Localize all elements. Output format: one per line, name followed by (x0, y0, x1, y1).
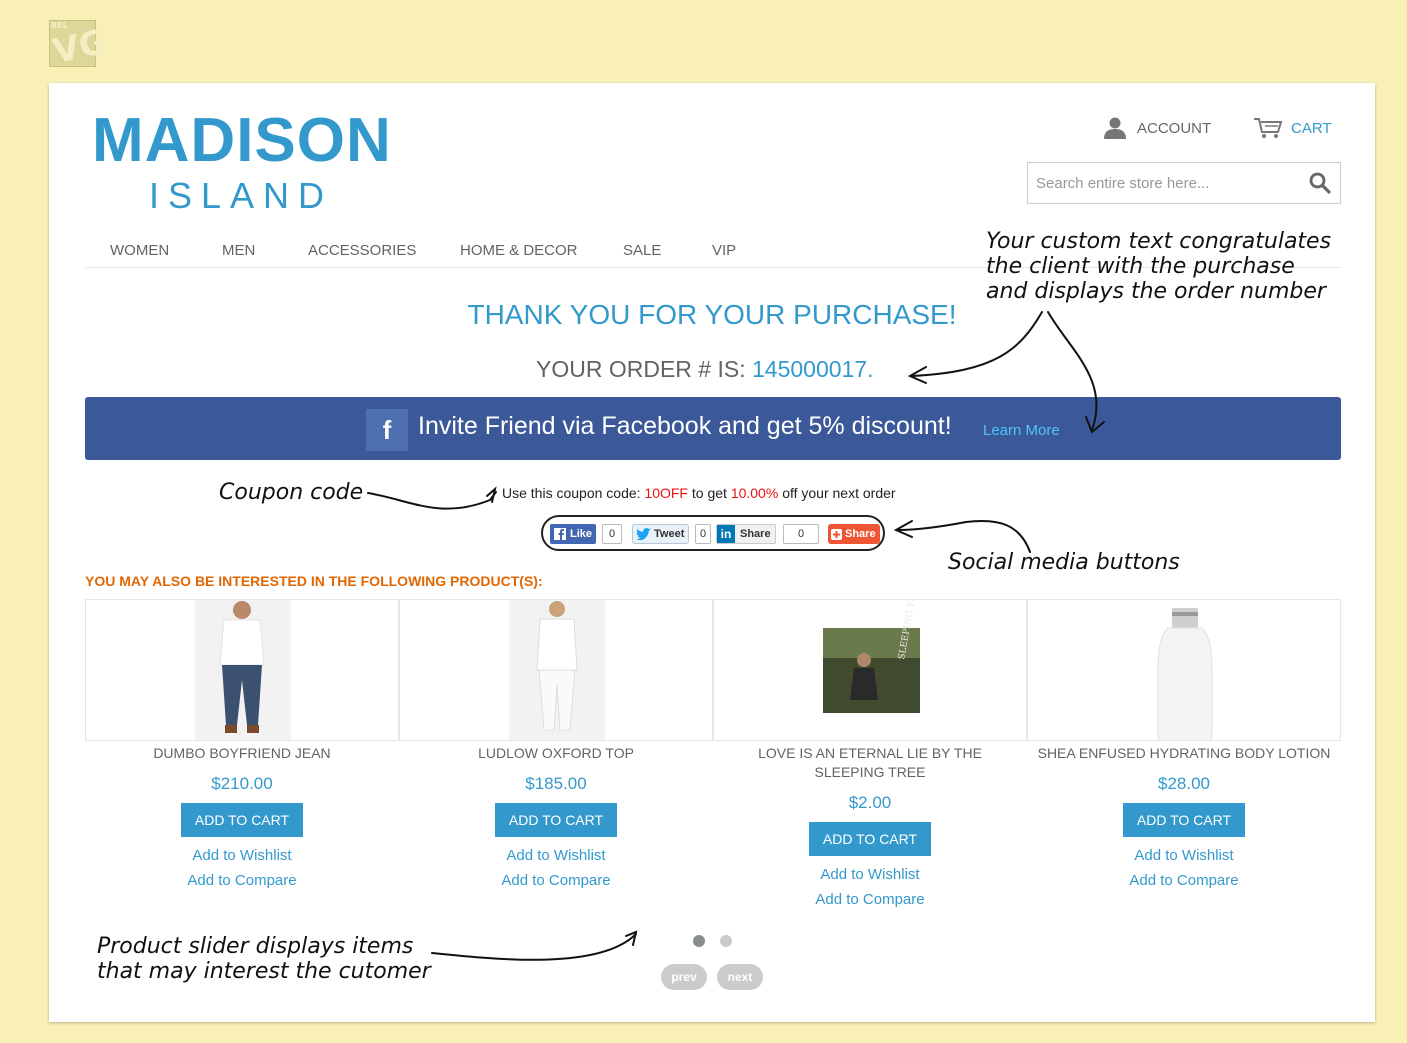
product-card: LUDLOW OXFORD TOP $185.00 ADD TO CART Ad… (399, 599, 713, 890)
store-logo[interactable]: MADISON (92, 105, 392, 176)
add-to-compare-link[interactable]: Add to Compare (713, 890, 1027, 909)
linkedin-share-label: Share (740, 528, 771, 540)
add-to-wishlist-link[interactable]: Add to Wishlist (713, 865, 1027, 884)
product-card: DUMBO BOYFRIEND JEAN $210.00 ADD TO CART… (85, 599, 399, 890)
facebook-icon: f (366, 409, 408, 451)
add-to-cart-button[interactable]: ADD TO CART (495, 803, 617, 837)
add-to-wishlist-link[interactable]: Add to Wishlist (85, 846, 399, 865)
add-to-cart-button[interactable]: ADD TO CART (1123, 803, 1245, 837)
product-card: SLEEPING TREE LOVE IS AN ETERNAL LIE BY … (713, 599, 1027, 909)
tweet-label: Tweet (654, 528, 685, 540)
corner-logo: BEL VG (49, 20, 111, 72)
order-prefix: YOUR ORDER # IS: (536, 356, 746, 382)
nav-item-accessories[interactable]: ACCESSORIES (308, 242, 416, 259)
annotation-custom-text: Your custom text congratulates the clien… (986, 229, 1331, 304)
share-label: Share (845, 528, 876, 540)
annotation-line: the client with the purchase (986, 254, 1295, 279)
product-name[interactable]: DUMBO BOYFRIEND JEAN (85, 744, 399, 763)
search-icon[interactable] (1308, 171, 1332, 195)
linkedin-count: 0 (783, 524, 819, 544)
nav-item-home-decor[interactable]: HOME & DECOR (460, 242, 578, 259)
product-image[interactable] (85, 599, 399, 741)
facebook-icon (554, 528, 566, 540)
share-button[interactable]: Share (828, 524, 880, 544)
coupon-suffix: off your next order (782, 485, 896, 501)
add-to-compare-link[interactable]: Add to Compare (85, 871, 399, 890)
cart-icon (1254, 118, 1283, 138)
tweet-count: 0 (695, 524, 711, 544)
order-number-link[interactable]: 145000017 (752, 356, 867, 382)
slider-dot-active[interactable] (693, 935, 705, 947)
slider-prev-button[interactable]: prev (661, 964, 707, 990)
add-to-compare-link[interactable]: Add to Compare (1027, 871, 1341, 890)
annotation-line: and displays the order number (986, 279, 1326, 304)
search-input[interactable] (1028, 163, 1298, 203)
product-price: $210.00 (211, 774, 273, 793)
account-link[interactable]: ACCOUNT (1103, 117, 1211, 139)
account-label: ACCOUNT (1137, 119, 1212, 137)
product-name[interactable]: LOVE IS AN ETERNAL LIE BY THE SLEEPING T… (713, 744, 1027, 782)
product-name[interactable]: LUDLOW OXFORD TOP (399, 744, 713, 763)
plus-icon (831, 528, 842, 540)
nav-item-men[interactable]: MEN (222, 242, 255, 259)
facebook-invite-banner[interactable]: f Invite Friend via Facebook and get 5% … (85, 397, 1341, 460)
learn-more-link[interactable]: Learn More (983, 422, 1060, 439)
product-name[interactable]: SHEA ENFUSED HYDRATING BODY LOTION (1027, 744, 1341, 763)
facebook-like-button[interactable]: Like (550, 524, 596, 544)
coupon-message: Use this coupon code: 10OFF to get 10.00… (502, 485, 896, 501)
facebook-invite-text: Invite Friend via Facebook and get 5% di… (418, 412, 952, 440)
product-image[interactable] (1027, 599, 1341, 741)
add-to-cart-button[interactable]: ADD TO CART (181, 803, 303, 837)
like-count: 0 (602, 524, 622, 544)
add-to-wishlist-link[interactable]: Add to Wishlist (1027, 846, 1341, 865)
annotation-coupon-code: Coupon code (219, 480, 364, 505)
cart-link[interactable]: CART (1253, 117, 1332, 139)
album-cover-photo: SLEEPING TREE (823, 600, 921, 713)
product-price: $185.00 (525, 774, 587, 793)
lotion-bottle-photo (1157, 608, 1213, 740)
search-box (1027, 162, 1341, 204)
annotation-slider: Product slider displays items that may i… (97, 934, 431, 984)
like-label: Like (570, 528, 593, 540)
product-price: $2.00 (848, 793, 892, 812)
jeans-photo (195, 600, 291, 740)
annotation-social-buttons: Social media buttons (948, 550, 1180, 575)
facebook-icon-letter: f (382, 414, 392, 445)
nav-item-women[interactable]: WOMEN (110, 242, 169, 259)
store-logo-subtitle[interactable]: ISLAND (149, 175, 333, 217)
linkedin-icon: in (717, 525, 735, 543)
slider-next-button[interactable]: next (717, 964, 763, 990)
order-number-line: YOUR ORDER # IS: 145000017. (536, 356, 874, 383)
add-to-cart-button[interactable]: ADD TO CART (809, 822, 931, 856)
product-image[interactable]: SLEEPING TREE (713, 599, 1027, 741)
related-products-title: YOU MAY ALSO BE INTERESTED IN THE FOLLOW… (85, 573, 543, 589)
cart-label: CART (1291, 119, 1332, 137)
product-card: SHEA ENFUSED HYDRATING BODY LOTION $28.0… (1027, 599, 1341, 890)
social-buttons: Like 0 Tweet 0 in Share 0 Share (541, 515, 885, 551)
nav-item-vip[interactable]: VIP (712, 242, 736, 259)
coupon-prefix: Use this coupon code: (502, 485, 641, 501)
slider-dot[interactable] (720, 935, 732, 947)
order-suffix: . (867, 356, 874, 382)
annotation-line: that may interest the cutomer (97, 959, 431, 984)
coupon-middle: to get (691, 485, 727, 501)
tweet-button[interactable]: Tweet (632, 524, 689, 544)
coupon-discount: 10.00% (730, 485, 779, 501)
annotation-line: Product slider displays items (97, 934, 414, 959)
product-image[interactable] (399, 599, 713, 741)
twitter-icon (637, 528, 651, 540)
product-price: $28.00 (1158, 774, 1210, 793)
user-icon (1104, 117, 1126, 139)
oxford-top-photo (509, 600, 605, 740)
nav-item-sale[interactable]: SALE (623, 242, 661, 259)
add-to-wishlist-link[interactable]: Add to Wishlist (399, 846, 713, 865)
add-to-compare-link[interactable]: Add to Compare (399, 871, 713, 890)
coupon-code: 10OFF (644, 485, 688, 501)
linkedin-share-button[interactable]: in Share (716, 524, 776, 544)
annotation-line: Your custom text congratulates (986, 229, 1332, 254)
